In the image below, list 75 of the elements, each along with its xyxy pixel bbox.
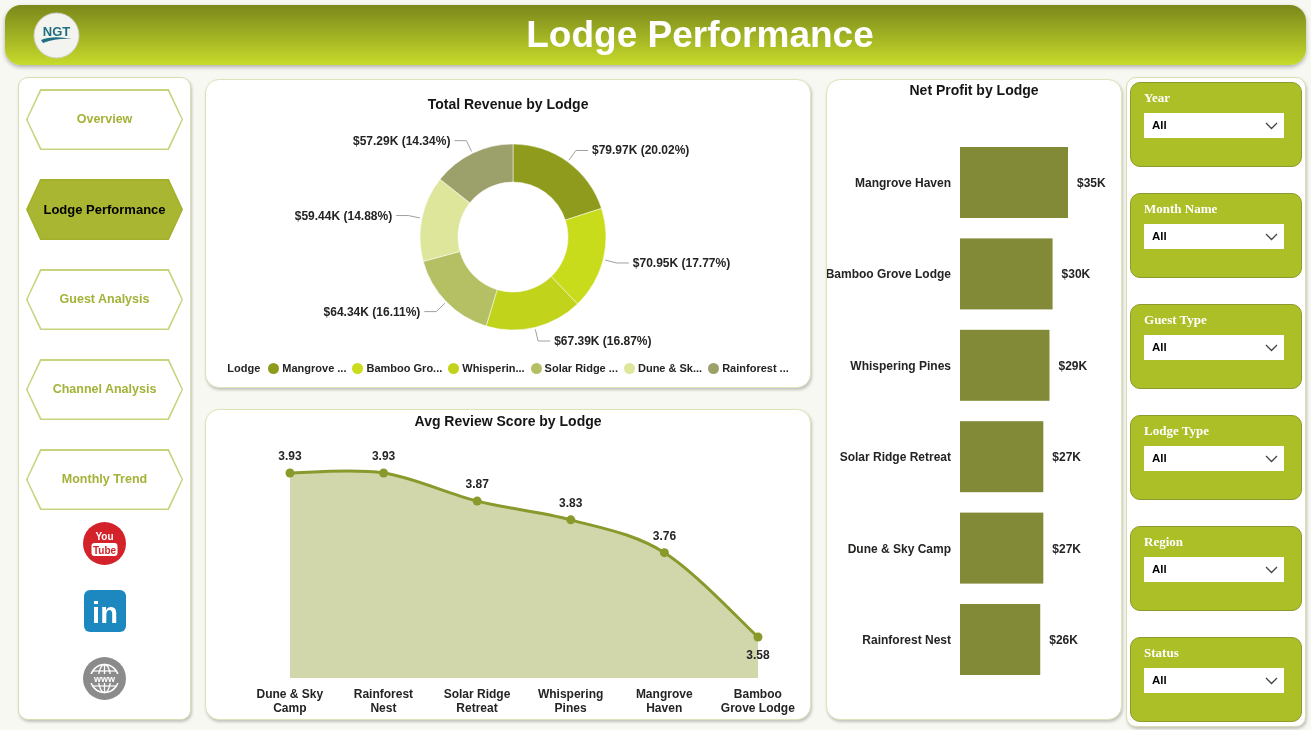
axis-label: Dune & Sky Camp xyxy=(847,541,952,556)
axis-label: Rainforest Nest xyxy=(352,687,415,715)
filter-dropdown[interactable]: All xyxy=(1144,557,1284,582)
data-label: $79.97K (20.02%) xyxy=(592,143,690,158)
chart-title: Avg Review Score by Lodge xyxy=(414,412,602,431)
company-logo: NGT xyxy=(33,11,80,59)
chart-title: Net Profit by Lodge xyxy=(909,81,1039,100)
legend-label: Solar Ridge ... xyxy=(544,361,618,376)
data-label: 3.76 xyxy=(652,528,677,543)
linkedin-icon[interactable]: in xyxy=(83,590,126,632)
chevron-down-icon[interactable] xyxy=(1265,565,1278,574)
data-label: $70.95K (17.77%) xyxy=(632,256,731,270)
axis-label: Bamboo Grove Lodge xyxy=(827,267,952,282)
data-point xyxy=(566,515,576,525)
data-label: 3.93 xyxy=(371,449,396,463)
axis-label: Mangrove Haven xyxy=(855,176,952,190)
data-label: $64.34K (16.11%) xyxy=(323,304,421,319)
data-label: $67.39K (16.87%) xyxy=(554,334,652,348)
data-label: 3.87 xyxy=(465,477,489,492)
leader-line xyxy=(423,302,446,313)
data-label: $27K xyxy=(1052,541,1082,556)
data-point xyxy=(285,468,295,478)
data-label: 3.83 xyxy=(559,495,583,510)
data-label: $59.44K (14.88%) xyxy=(294,208,393,223)
page-title: Lodge Performance xyxy=(526,13,874,57)
filter-dropdown[interactable]: All xyxy=(1144,446,1284,471)
chart-title: Total Revenue by Lodge xyxy=(427,95,589,113)
axis-label: Mangrove Haven xyxy=(634,687,694,715)
leader-line xyxy=(534,328,551,342)
leader-line xyxy=(453,140,473,152)
axis-label: Dune & Sky Camp xyxy=(255,687,325,715)
data-label: $26K xyxy=(1049,633,1078,647)
chevron-down-icon[interactable] xyxy=(1265,676,1278,685)
data-label: $57.29K (14.34%) xyxy=(353,133,451,148)
filter-label: Status xyxy=(1144,645,1179,661)
filter-label: Month Name xyxy=(1144,201,1218,217)
filter-dropdown[interactable]: All xyxy=(1144,335,1284,360)
data-point xyxy=(379,468,389,478)
filter-label: Region xyxy=(1144,534,1183,550)
axis-label: Solar Ridge Retreat xyxy=(442,687,512,715)
filter-dropdown[interactable]: All xyxy=(1144,224,1284,249)
leader-line xyxy=(604,259,630,264)
data-label: 3.58 xyxy=(746,648,770,662)
chevron-down-icon[interactable] xyxy=(1265,121,1278,130)
legend-title: Lodge xyxy=(227,361,261,376)
leader-line xyxy=(568,150,589,161)
axis-label: Rainforest Nest xyxy=(862,633,952,647)
legend-label: Mangrove ... xyxy=(282,361,347,376)
chevron-down-icon[interactable] xyxy=(1265,343,1278,352)
axis-label: Bamboo Grove Lodge xyxy=(719,687,796,715)
data-point xyxy=(659,548,669,558)
axis-label: Whispering Pines xyxy=(536,687,605,715)
chevron-down-icon[interactable] xyxy=(1265,454,1278,463)
data-point xyxy=(753,632,763,642)
data-point xyxy=(472,496,482,506)
filter-dropdown[interactable]: All xyxy=(1144,668,1284,693)
legend-label: Bamboo Gro... xyxy=(366,361,443,376)
filter-label: Guest Type xyxy=(1144,312,1207,328)
data-label: $29K xyxy=(1058,358,1088,373)
data-label: 3.93 xyxy=(278,449,302,463)
data-label: $30K xyxy=(1061,267,1091,282)
legend-label: Whisperin... xyxy=(462,361,525,376)
chevron-down-icon[interactable] xyxy=(1265,232,1278,241)
leader-line xyxy=(395,215,421,219)
legend-label: Rainforest ... xyxy=(722,361,789,376)
axis-label: Whispering Pines xyxy=(850,358,952,373)
data-label: $27K xyxy=(1052,450,1082,465)
filter-label: Lodge Type xyxy=(1144,423,1209,439)
filter-dropdown[interactable]: All xyxy=(1144,113,1284,138)
youtube-icon[interactable]: You Tube xyxy=(83,522,126,565)
axis-label: Solar Ridge Retreat xyxy=(839,450,952,465)
data-label: $35K xyxy=(1077,176,1106,190)
legend-label: Dune & Sk... xyxy=(637,361,703,376)
filter-label: Year xyxy=(1144,90,1170,106)
nav-button[interactable]: Lodge Performance xyxy=(26,179,183,240)
